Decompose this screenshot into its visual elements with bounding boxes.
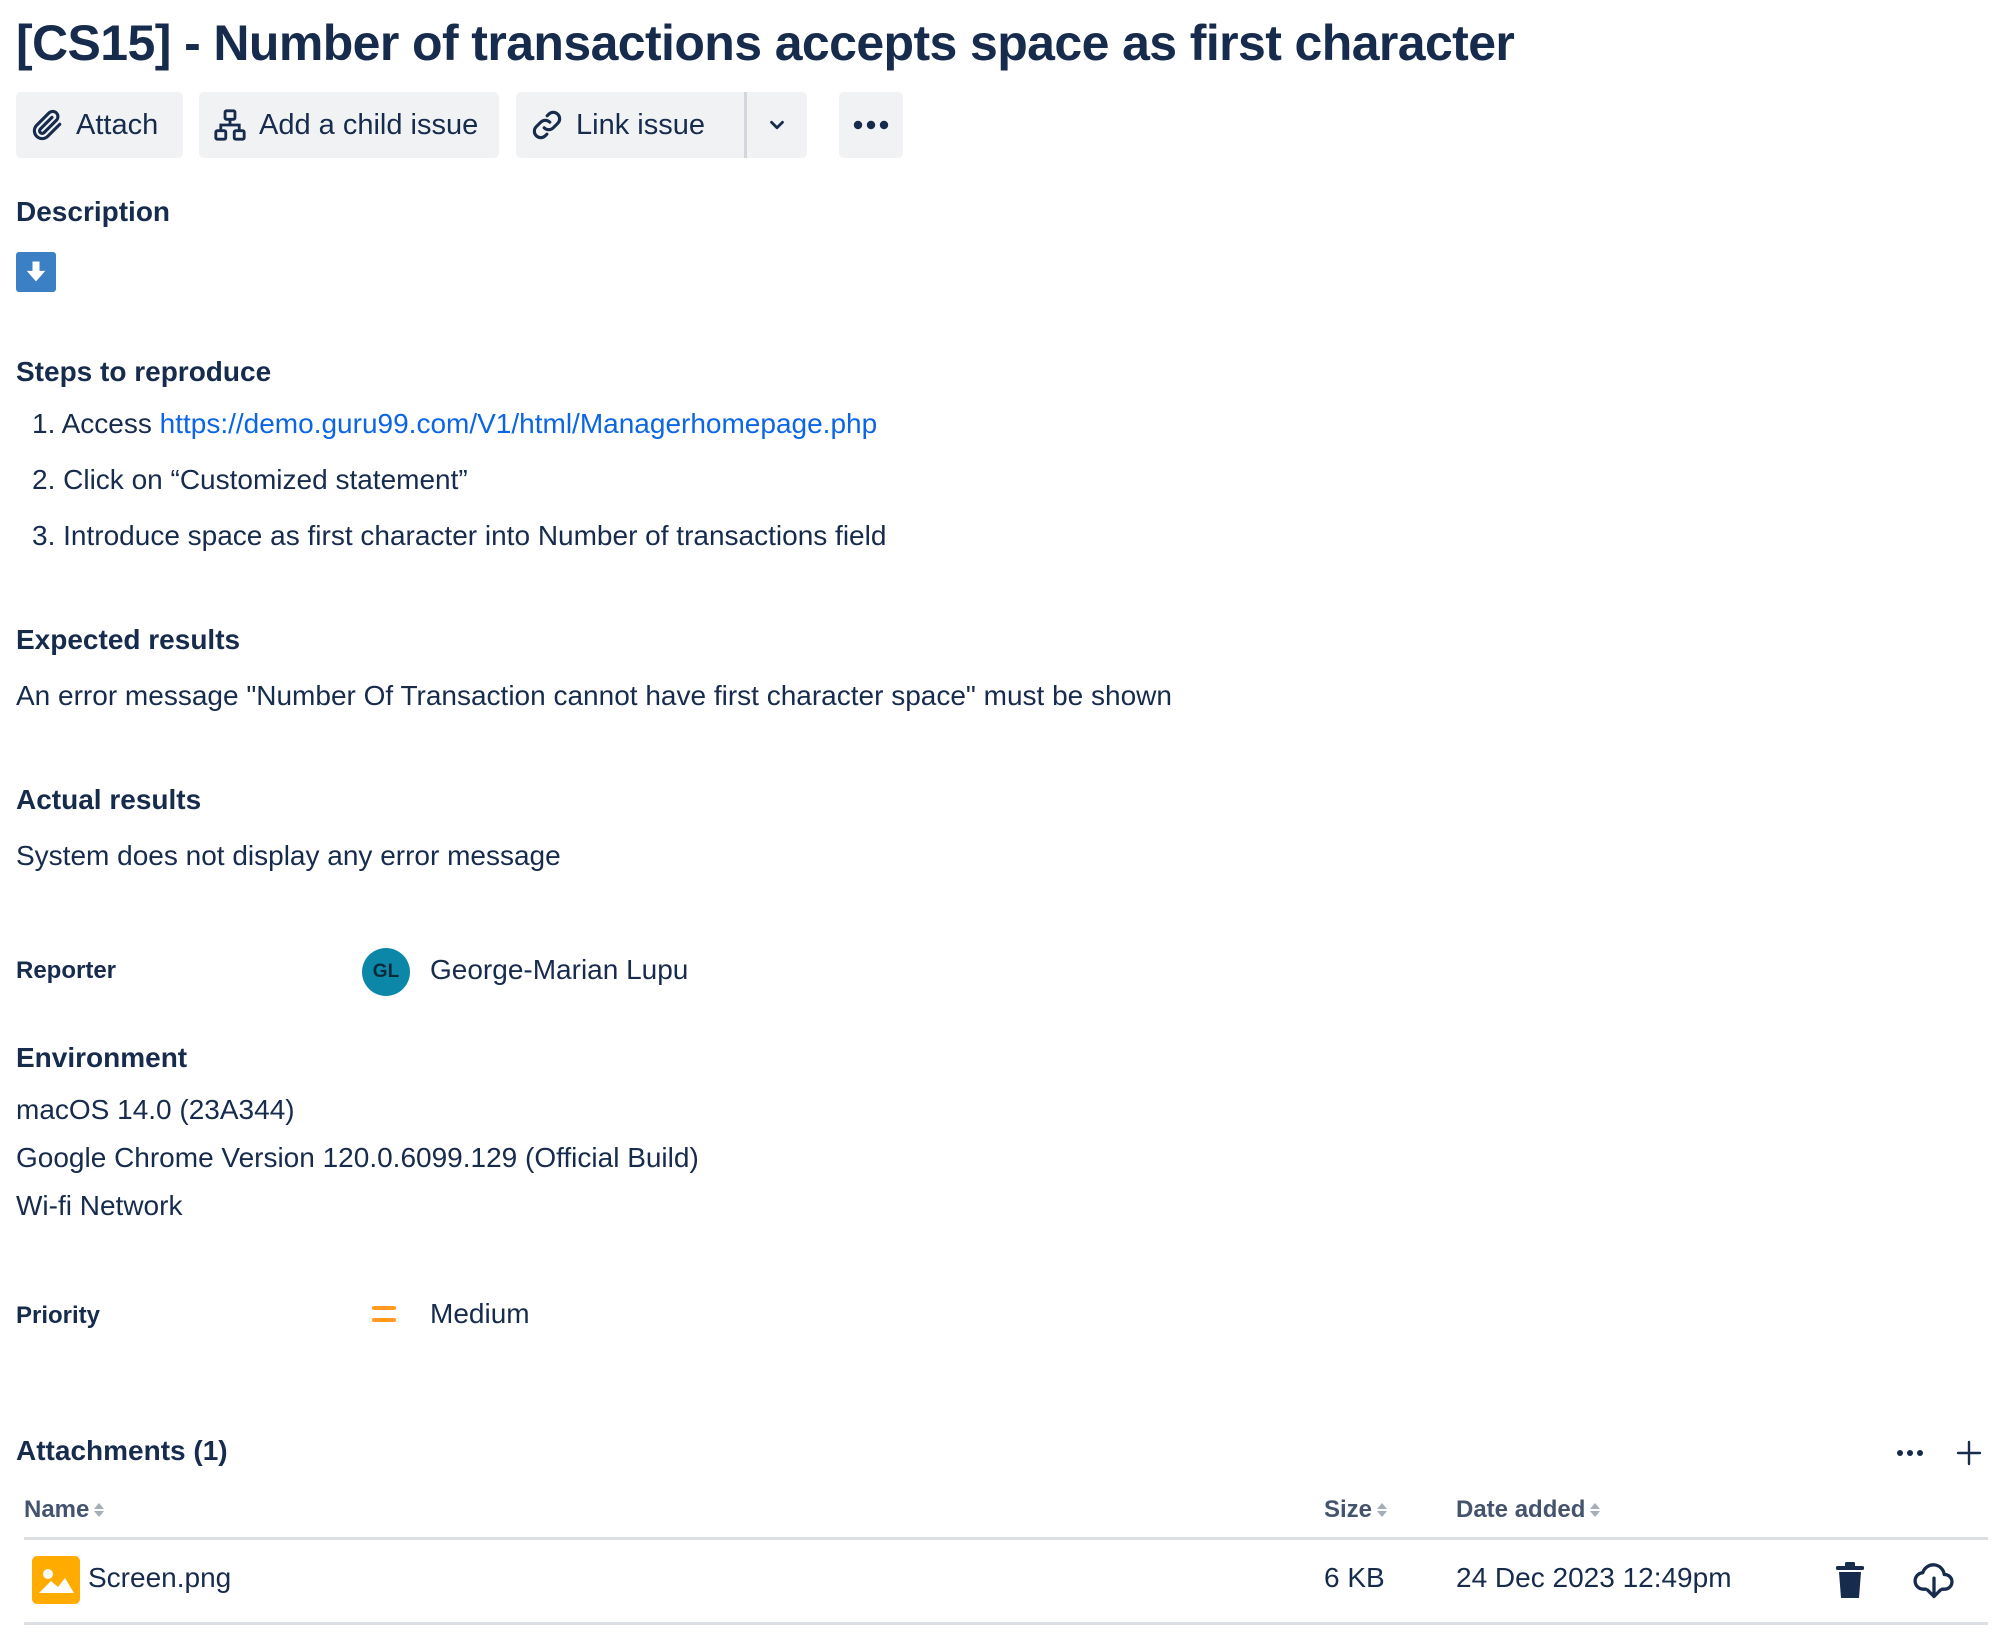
reporter-label: Reporter bbox=[16, 957, 117, 984]
table-header-divider bbox=[24, 1537, 1988, 1540]
priority-label: Priority bbox=[16, 1302, 101, 1329]
step-number: 2. bbox=[32, 464, 56, 495]
column-header-label: Name bbox=[24, 1496, 90, 1523]
arrow-down-icon bbox=[16, 252, 56, 292]
add-child-issue-label: Add a child issue bbox=[259, 108, 479, 141]
image-file-icon bbox=[32, 1556, 80, 1604]
priority-value[interactable]: Medium bbox=[430, 1298, 530, 1330]
actual-results-text: System does not display any error messag… bbox=[16, 840, 561, 871]
link-icon bbox=[532, 110, 562, 140]
priority-medium-icon bbox=[370, 1302, 398, 1326]
attachment-size: 6 KB bbox=[1324, 1562, 1385, 1593]
add-attachment-button[interactable] bbox=[1952, 1436, 1986, 1470]
more-icon bbox=[853, 120, 889, 130]
chevron-down-icon bbox=[770, 120, 784, 130]
attach-button[interactable]: Attach bbox=[16, 92, 183, 158]
step-number: 1. bbox=[32, 408, 56, 439]
step-number: 3. bbox=[32, 520, 56, 551]
link-issue-button[interactable]: Link issue bbox=[516, 92, 744, 158]
sort-icon bbox=[1377, 1503, 1388, 1517]
environment-line: Wi-fi Network bbox=[16, 1190, 183, 1221]
issue-title[interactable]: [CS15] - Number of transactions accepts … bbox=[16, 14, 1515, 72]
reporter-name[interactable]: George-Marian Lupu bbox=[430, 954, 688, 986]
sort-icon bbox=[94, 1503, 105, 1517]
expected-results-heading: Expected results bbox=[16, 624, 241, 655]
environment-line: Google Chrome Version 120.0.6099.129 (Of… bbox=[16, 1142, 699, 1173]
table-row[interactable]: Screen.png 6 KB 24 Dec 2023 12:49pm bbox=[24, 1542, 1988, 1622]
steps-heading: Steps to reproduce bbox=[16, 356, 272, 387]
hierarchy-icon bbox=[214, 109, 246, 141]
trash-icon[interactable] bbox=[1832, 1560, 1868, 1600]
avatar[interactable]: GL bbox=[362, 948, 410, 996]
attach-label: Attach bbox=[76, 108, 159, 141]
step-text: Access bbox=[61, 408, 160, 439]
add-child-issue-button[interactable]: Add a child issue bbox=[199, 92, 499, 158]
list-item: 1. Access https://demo.guru99.com/V1/htm… bbox=[32, 408, 877, 440]
column-header-date[interactable]: Date added bbox=[1456, 1496, 1601, 1524]
table-row-divider bbox=[24, 1622, 1988, 1625]
environment-heading: Environment bbox=[16, 1042, 188, 1073]
actual-results-heading: Actual results bbox=[16, 784, 202, 815]
attachment-name[interactable]: Screen.png bbox=[88, 1562, 231, 1594]
more-actions-button[interactable] bbox=[839, 92, 903, 158]
column-header-size[interactable]: Size bbox=[1324, 1496, 1388, 1524]
sort-icon bbox=[1590, 1503, 1601, 1517]
environment-line: macOS 14.0 (23A344) bbox=[16, 1094, 295, 1125]
attachments-more-button[interactable] bbox=[1892, 1440, 1928, 1466]
expected-results-text: An error message "Number Of Transaction … bbox=[16, 680, 1172, 711]
list-item: 2. Click on “Customized statement” bbox=[32, 464, 468, 496]
paperclip-icon bbox=[32, 109, 62, 141]
description-heading: Description bbox=[16, 196, 171, 227]
link-issue-dropdown-button[interactable] bbox=[747, 92, 807, 158]
more-icon bbox=[1897, 1450, 1923, 1456]
step-text: Click on “Customized statement” bbox=[63, 464, 468, 495]
attachment-date: 24 Dec 2023 12:49pm bbox=[1456, 1562, 1732, 1593]
link-issue-label: Link issue bbox=[576, 108, 705, 141]
column-header-name[interactable]: Name bbox=[24, 1496, 105, 1524]
step-text: Introduce space as first character into … bbox=[63, 520, 887, 551]
list-item: 3. Introduce space as first character in… bbox=[32, 520, 886, 552]
column-header-label: Date added bbox=[1456, 1496, 1586, 1523]
attachments-heading: Attachments (1) bbox=[16, 1435, 228, 1466]
column-header-label: Size bbox=[1324, 1496, 1373, 1523]
step-link[interactable]: https://demo.guru99.com/V1/html/Managerh… bbox=[160, 408, 878, 439]
download-icon[interactable] bbox=[1912, 1558, 1956, 1602]
plus-icon bbox=[1956, 1440, 1982, 1466]
